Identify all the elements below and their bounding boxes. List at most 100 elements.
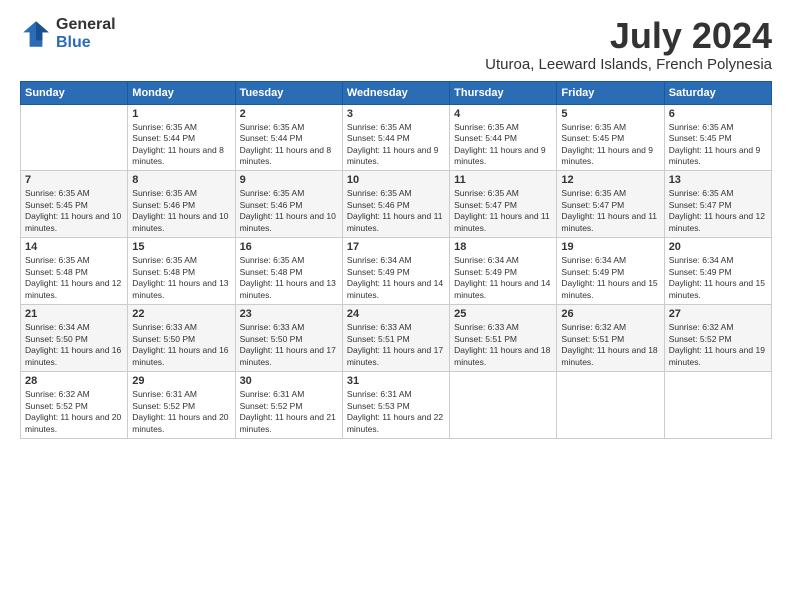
sunset-text: Sunset: 5:49 PM [669, 267, 732, 277]
sunrise-text: Sunrise: 6:31 AM [240, 389, 305, 399]
day-info: Sunrise: 6:33 AM Sunset: 5:50 PM Dayligh… [132, 322, 230, 368]
daylight-text: Daylight: 11 hours and 12 minutes. [669, 211, 765, 232]
day-info: Sunrise: 6:34 AM Sunset: 5:50 PM Dayligh… [25, 322, 123, 368]
sunrise-text: Sunrise: 6:35 AM [347, 188, 412, 198]
day-number: 7 [25, 174, 123, 186]
sunset-text: Sunset: 5:52 PM [240, 401, 303, 411]
sunrise-text: Sunrise: 6:35 AM [561, 188, 626, 198]
day-number: 31 [347, 375, 445, 387]
header-tuesday: Tuesday [235, 81, 342, 104]
logo-general-text: General [56, 16, 116, 34]
day-number: 25 [454, 308, 552, 320]
sunrise-text: Sunrise: 6:35 AM [347, 122, 412, 132]
day-info: Sunrise: 6:31 AM Sunset: 5:52 PM Dayligh… [132, 389, 230, 435]
sunrise-text: Sunrise: 6:35 AM [669, 122, 734, 132]
calendar-cell: 5 Sunrise: 6:35 AM Sunset: 5:45 PM Dayli… [557, 104, 664, 171]
day-info: Sunrise: 6:33 AM Sunset: 5:51 PM Dayligh… [454, 322, 552, 368]
calendar-cell: 21 Sunrise: 6:34 AM Sunset: 5:50 PM Dayl… [21, 305, 128, 372]
day-number: 14 [25, 241, 123, 253]
daylight-text: Daylight: 11 hours and 20 minutes. [132, 412, 228, 433]
day-info: Sunrise: 6:33 AM Sunset: 5:50 PM Dayligh… [240, 322, 338, 368]
day-number: 11 [454, 174, 552, 186]
day-info: Sunrise: 6:35 AM Sunset: 5:46 PM Dayligh… [347, 188, 445, 234]
sunset-text: Sunset: 5:48 PM [240, 267, 303, 277]
title-area: July 2024 Uturoa, Leeward Islands, Frenc… [485, 16, 772, 73]
sunrise-text: Sunrise: 6:33 AM [240, 322, 305, 332]
logo-text: General Blue [56, 16, 116, 51]
sunrise-text: Sunrise: 6:32 AM [669, 322, 734, 332]
day-number: 23 [240, 308, 338, 320]
sunset-text: Sunset: 5:50 PM [240, 334, 303, 344]
day-number: 15 [132, 241, 230, 253]
daylight-text: Daylight: 11 hours and 9 minutes. [454, 145, 546, 166]
day-info: Sunrise: 6:35 AM Sunset: 5:48 PM Dayligh… [240, 255, 338, 301]
calendar-cell: 7 Sunrise: 6:35 AM Sunset: 5:45 PM Dayli… [21, 171, 128, 238]
daylight-text: Daylight: 11 hours and 16 minutes. [132, 345, 228, 366]
calendar-cell: 15 Sunrise: 6:35 AM Sunset: 5:48 PM Dayl… [128, 238, 235, 305]
daylight-text: Daylight: 11 hours and 10 minutes. [240, 211, 336, 232]
week-row-1: 1 Sunrise: 6:35 AM Sunset: 5:44 PM Dayli… [21, 104, 772, 171]
week-row-2: 7 Sunrise: 6:35 AM Sunset: 5:45 PM Dayli… [21, 171, 772, 238]
calendar-cell [664, 372, 771, 439]
day-info: Sunrise: 6:32 AM Sunset: 5:52 PM Dayligh… [669, 322, 767, 368]
day-info: Sunrise: 6:35 AM Sunset: 5:45 PM Dayligh… [561, 122, 659, 168]
sunrise-text: Sunrise: 6:31 AM [347, 389, 412, 399]
month-title: July 2024 [485, 16, 772, 56]
day-info: Sunrise: 6:31 AM Sunset: 5:52 PM Dayligh… [240, 389, 338, 435]
calendar-cell: 19 Sunrise: 6:34 AM Sunset: 5:49 PM Dayl… [557, 238, 664, 305]
day-info: Sunrise: 6:35 AM Sunset: 5:45 PM Dayligh… [25, 188, 123, 234]
sunrise-text: Sunrise: 6:35 AM [132, 188, 197, 198]
calendar-cell [450, 372, 557, 439]
day-number: 17 [347, 241, 445, 253]
calendar-cell: 28 Sunrise: 6:32 AM Sunset: 5:52 PM Dayl… [21, 372, 128, 439]
day-number: 8 [132, 174, 230, 186]
day-info: Sunrise: 6:35 AM Sunset: 5:48 PM Dayligh… [132, 255, 230, 301]
sunset-text: Sunset: 5:48 PM [25, 267, 88, 277]
sunset-text: Sunset: 5:46 PM [240, 200, 303, 210]
day-number: 18 [454, 241, 552, 253]
sunrise-text: Sunrise: 6:35 AM [454, 122, 519, 132]
daylight-text: Daylight: 11 hours and 14 minutes. [454, 278, 550, 299]
sunrise-text: Sunrise: 6:35 AM [561, 122, 626, 132]
sunrise-text: Sunrise: 6:34 AM [561, 255, 626, 265]
sunrise-text: Sunrise: 6:35 AM [240, 122, 305, 132]
day-info: Sunrise: 6:35 AM Sunset: 5:44 PM Dayligh… [132, 122, 230, 168]
sunrise-text: Sunrise: 6:33 AM [347, 322, 412, 332]
calendar-cell: 14 Sunrise: 6:35 AM Sunset: 5:48 PM Dayl… [21, 238, 128, 305]
calendar-table: Sunday Monday Tuesday Wednesday Thursday… [20, 81, 772, 439]
sunrise-text: Sunrise: 6:35 AM [25, 255, 90, 265]
day-info: Sunrise: 6:35 AM Sunset: 5:47 PM Dayligh… [561, 188, 659, 234]
page: General Blue July 2024 Uturoa, Leeward I… [0, 0, 792, 612]
sunset-text: Sunset: 5:44 PM [132, 133, 195, 143]
day-number: 24 [347, 308, 445, 320]
sunset-text: Sunset: 5:47 PM [561, 200, 624, 210]
calendar-cell: 22 Sunrise: 6:33 AM Sunset: 5:50 PM Dayl… [128, 305, 235, 372]
day-number: 12 [561, 174, 659, 186]
daylight-text: Daylight: 11 hours and 9 minutes. [561, 145, 653, 166]
day-number: 3 [347, 108, 445, 120]
day-info: Sunrise: 6:35 AM Sunset: 5:46 PM Dayligh… [132, 188, 230, 234]
sunrise-text: Sunrise: 6:35 AM [25, 188, 90, 198]
sunset-text: Sunset: 5:45 PM [561, 133, 624, 143]
daylight-text: Daylight: 11 hours and 13 minutes. [132, 278, 228, 299]
sunrise-text: Sunrise: 6:34 AM [347, 255, 412, 265]
daylight-text: Daylight: 11 hours and 8 minutes. [240, 145, 332, 166]
sunrise-text: Sunrise: 6:34 AM [454, 255, 519, 265]
sunset-text: Sunset: 5:46 PM [132, 200, 195, 210]
calendar-cell: 30 Sunrise: 6:31 AM Sunset: 5:52 PM Dayl… [235, 372, 342, 439]
daylight-text: Daylight: 11 hours and 9 minutes. [347, 145, 439, 166]
day-info: Sunrise: 6:35 AM Sunset: 5:48 PM Dayligh… [25, 255, 123, 301]
day-info: Sunrise: 6:33 AM Sunset: 5:51 PM Dayligh… [347, 322, 445, 368]
calendar-cell: 1 Sunrise: 6:35 AM Sunset: 5:44 PM Dayli… [128, 104, 235, 171]
sunset-text: Sunset: 5:44 PM [240, 133, 303, 143]
day-info: Sunrise: 6:35 AM Sunset: 5:44 PM Dayligh… [454, 122, 552, 168]
daylight-text: Daylight: 11 hours and 11 minutes. [347, 211, 443, 232]
day-info: Sunrise: 6:31 AM Sunset: 5:53 PM Dayligh… [347, 389, 445, 435]
day-info: Sunrise: 6:34 AM Sunset: 5:49 PM Dayligh… [669, 255, 767, 301]
sunrise-text: Sunrise: 6:35 AM [240, 188, 305, 198]
daylight-text: Daylight: 11 hours and 10 minutes. [25, 211, 121, 232]
sunset-text: Sunset: 5:47 PM [669, 200, 732, 210]
calendar-cell: 2 Sunrise: 6:35 AM Sunset: 5:44 PM Dayli… [235, 104, 342, 171]
sunrise-text: Sunrise: 6:31 AM [132, 389, 197, 399]
day-info: Sunrise: 6:35 AM Sunset: 5:47 PM Dayligh… [454, 188, 552, 234]
